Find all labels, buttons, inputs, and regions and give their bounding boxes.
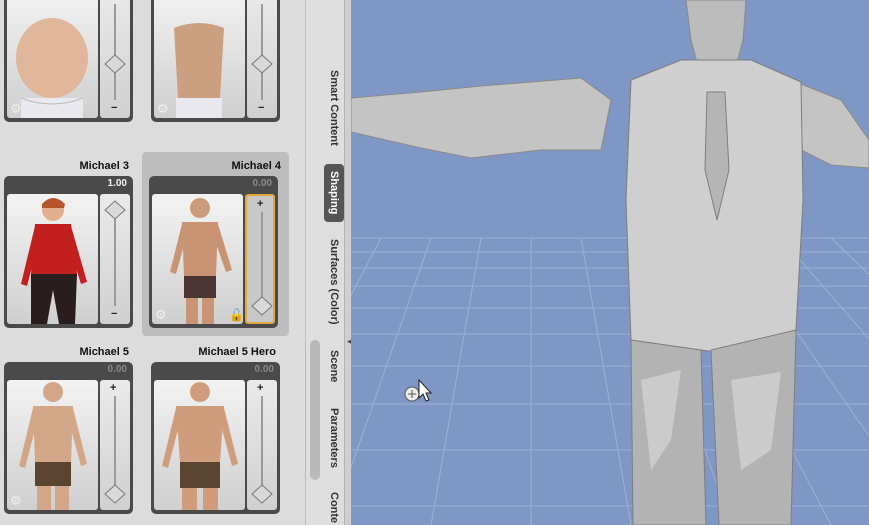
figure-thumbnail[interactable] [154, 380, 245, 510]
app-window: + − ⚙ + [0, 0, 869, 525]
shape-card-michael-5[interactable]: Michael 5 0.00 + ⚙ [0, 340, 133, 514]
plus-icon[interactable]: + [257, 382, 263, 394]
slider-knob[interactable] [251, 296, 273, 316]
tab-label: Parameters [328, 408, 340, 468]
shape-value: 0.00 [107, 364, 127, 375]
shape-slider[interactable]: + [247, 380, 277, 510]
shape-name: Michael 5 Hero [198, 346, 276, 358]
unlock-icon[interactable]: 🔓 [229, 308, 244, 322]
slider-track[interactable] [114, 396, 116, 492]
slider-knob[interactable] [104, 200, 126, 220]
shape-card-michael-3[interactable]: Michael 3 1.00 − [0, 154, 133, 328]
tab-scene[interactable]: Scene [324, 344, 344, 388]
slider-track[interactable] [261, 212, 263, 308]
shape-slider[interactable]: + [100, 380, 130, 510]
shape-value: 0.00 [252, 178, 272, 189]
tab-content[interactable]: Conte [324, 488, 344, 525]
shape-frame: + − ⚙ [151, 0, 280, 122]
plus-icon[interactable]: + [110, 0, 116, 2]
gear-icon[interactable]: ⚙ [10, 102, 24, 116]
tab-label: Surfaces (Color) [328, 239, 340, 325]
shape-frame: 0.00 + ⚙ [149, 176, 278, 328]
slider-track[interactable] [261, 396, 263, 492]
tab-label: Smart Content [328, 70, 340, 146]
shape-frame: 0.00 + ⚙ [4, 362, 133, 514]
shape-name: Michael 5 [79, 346, 129, 358]
figure-model[interactable] [351, 0, 869, 525]
shape-frame: + − ⚙ [4, 0, 133, 122]
shape-name: Michael 3 [79, 160, 129, 172]
slider-knob[interactable] [104, 54, 126, 74]
shape-card-partial-1[interactable]: + − ⚙ [0, 0, 133, 122]
plus-icon[interactable]: + [257, 0, 263, 2]
shape-name: Michael 4 [231, 160, 281, 172]
slider-track[interactable] [114, 4, 116, 100]
3d-viewport[interactable] [351, 0, 869, 525]
tab-parameters[interactable]: Parameters [324, 400, 344, 476]
gear-icon[interactable]: ⚙ [155, 308, 169, 322]
shape-slider[interactable]: + − [247, 0, 277, 118]
shape-frame: 1.00 − [4, 176, 133, 328]
shape-slider[interactable]: − [100, 194, 130, 324]
shape-card-michael-4[interactable]: Michael 4 0.00 + ⚙ 🔓 [142, 152, 289, 336]
side-tab-strip: Smart Content Shaping Surfaces (Color) S… [305, 0, 352, 525]
tab-surfaces-color[interactable]: Surfaces (Color) [324, 230, 344, 334]
figure-thumbnail[interactable] [7, 194, 98, 324]
tab-label: Scene [328, 349, 340, 383]
gear-icon[interactable]: ⚙ [10, 494, 24, 508]
shape-card-michael-5-hero[interactable]: Michael 5 Hero 0.00 + [147, 340, 280, 514]
slider-track[interactable] [261, 4, 263, 100]
slider-knob[interactable] [251, 54, 273, 74]
slider-knob[interactable] [251, 484, 273, 504]
figure-thumbnail[interactable] [7, 380, 98, 510]
shaping-panel: + − ⚙ + [0, 0, 305, 525]
tab-label: Shaping [328, 171, 340, 215]
shape-frame: 0.00 + [151, 362, 280, 514]
slider-knob[interactable] [104, 484, 126, 504]
panel-scrollbar[interactable] [310, 340, 320, 480]
shape-value: 1.00 [107, 178, 127, 189]
minus-icon[interactable]: − [258, 102, 264, 114]
tab-smart-content[interactable]: Smart Content [324, 62, 344, 154]
gear-icon[interactable]: ⚙ [157, 102, 171, 116]
viewport-cursor-icon [404, 378, 433, 402]
minus-icon[interactable]: − [111, 308, 117, 320]
shape-slider[interactable]: + [245, 194, 275, 324]
tab-label: Conte [328, 492, 340, 524]
figure-thumbnail[interactable] [152, 194, 243, 324]
shape-card-partial-2[interactable]: + − ⚙ [147, 0, 280, 122]
shape-slider[interactable]: + − [100, 0, 130, 118]
tab-shaping[interactable]: Shaping [324, 164, 344, 222]
plus-icon[interactable]: + [257, 198, 263, 210]
plus-icon[interactable]: + [110, 382, 116, 394]
shape-value: 0.00 [254, 364, 274, 375]
slider-track[interactable] [114, 210, 116, 306]
minus-icon[interactable]: − [111, 102, 117, 114]
viewport-scene [351, 0, 869, 525]
